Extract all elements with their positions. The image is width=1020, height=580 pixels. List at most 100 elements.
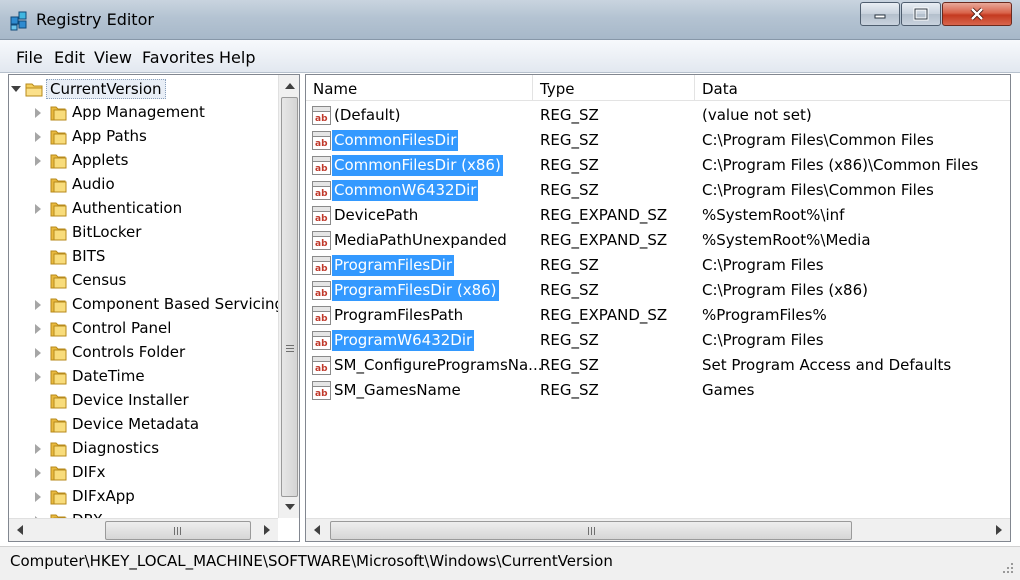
tree-item[interactable]: Device Installer — [9, 389, 277, 413]
tree-horizontal-scrollbar[interactable] — [9, 518, 278, 541]
minimize-button[interactable] — [860, 2, 900, 26]
value-type: REG_SZ — [540, 381, 599, 399]
tree-item[interactable]: Control Panel — [9, 317, 277, 341]
grip-line — [174, 527, 175, 535]
tree-item[interactable]: DateTime — [9, 365, 277, 389]
resize-grip-icon[interactable] — [1002, 562, 1014, 574]
expand-arrow-icon[interactable] — [35, 444, 41, 454]
tree-item-root[interactable]: CurrentVersion — [9, 77, 277, 101]
list-row[interactable]: ab ProgramFilesDir (x86) REG_SZ C:\Program … — [306, 278, 1010, 303]
svg-text:ab: ab — [315, 164, 328, 174]
folder-icon — [50, 322, 67, 337]
registry-tree[interactable]: CurrentVersion App Management App Paths Ap… — [8, 74, 300, 542]
expand-arrow-icon[interactable] — [35, 132, 41, 142]
expand-arrow-icon[interactable] — [35, 348, 41, 358]
folder-icon — [50, 226, 67, 241]
folder-icon — [50, 346, 67, 361]
menu-bar: File Edit View Favorites Help — [0, 40, 1020, 73]
list-row[interactable]: ab ProgramFilesPath REG_EXPAND_SZ %ProgramF… — [306, 303, 1010, 328]
expand-arrow-icon[interactable] — [35, 372, 41, 382]
list-row[interactable]: ab CommonFilesDir REG_SZ C:\Program Files\C… — [306, 128, 1010, 153]
tree-item[interactable]: Diagnostics — [9, 437, 277, 461]
reg-string-value-icon: ab — [312, 156, 331, 175]
list-row[interactable]: ab (Default) REG_SZ (value not set) — [306, 103, 1010, 128]
list-row[interactable]: ab ProgramFilesDir REG_SZ C:\Program Files — [306, 253, 1010, 278]
scroll-left-icon[interactable] — [314, 525, 320, 535]
tree-item[interactable]: Census — [9, 269, 277, 293]
tree-item[interactable]: Applets — [9, 149, 277, 173]
expand-arrow-icon[interactable] — [35, 492, 41, 502]
value-data: Set Program Access and Defaults — [702, 356, 952, 374]
tree-item[interactable]: Device Metadata — [9, 413, 277, 437]
list-row[interactable]: ab CommonFilesDir (x86) REG_SZ C:\Program F… — [306, 153, 1010, 178]
tree-item[interactable]: BitLocker — [9, 221, 277, 245]
folder-icon — [50, 178, 67, 193]
tree-item[interactable]: Audio — [9, 173, 277, 197]
menu-favorites[interactable]: Favorites — [142, 48, 214, 67]
grip-line — [177, 527, 178, 535]
tree-item[interactable]: App Paths — [9, 125, 277, 149]
list-row[interactable]: ab CommonW6432Dir REG_SZ C:\Program Files\C… — [306, 178, 1010, 203]
column-header-type[interactable]: Type — [533, 75, 695, 101]
scroll-right-icon[interactable] — [264, 525, 270, 535]
scroll-up-icon[interactable] — [285, 83, 295, 89]
close-button[interactable] — [942, 2, 1012, 26]
svg-text:ab: ab — [315, 139, 328, 149]
tree-item-label: BITS — [72, 247, 106, 265]
menu-view[interactable]: View — [94, 48, 132, 67]
collapse-arrow-icon[interactable] — [11, 86, 21, 92]
tree-item[interactable]: BITS — [9, 245, 277, 269]
svg-text:ab: ab — [315, 264, 328, 274]
tree-item[interactable]: App Management — [9, 101, 277, 125]
scroll-left-icon[interactable] — [17, 525, 23, 535]
maximize-button[interactable] — [901, 2, 941, 26]
expand-arrow-icon[interactable] — [35, 108, 41, 118]
grip-line — [588, 527, 589, 535]
grip-line — [286, 351, 294, 352]
column-header-name[interactable]: Name — [306, 75, 533, 101]
list-row[interactable]: ab SM_GamesName REG_SZ Games — [306, 378, 1010, 403]
values-list[interactable]: Name Type Data ab (Default) REG_SZ (value n… — [305, 74, 1011, 542]
tree-hscroll-thumb[interactable] — [105, 521, 251, 540]
scroll-down-icon[interactable] — [285, 504, 295, 510]
tree-item[interactable]: Authentication — [9, 197, 277, 221]
maximize-icon — [913, 7, 929, 21]
list-horizontal-scrollbar[interactable] — [306, 518, 1010, 541]
value-data: C:\Program Files — [702, 256, 824, 274]
expand-arrow-icon[interactable] — [35, 468, 41, 478]
scroll-right-icon[interactable] — [996, 525, 1002, 535]
tree-vertical-scrollbar[interactable] — [278, 75, 299, 518]
value-data: %ProgramFiles% — [702, 306, 827, 324]
tree-item[interactable]: Component Based Servicing — [9, 293, 284, 317]
tree-item[interactable]: Controls Folder — [9, 341, 277, 365]
value-type: REG_SZ — [540, 281, 599, 299]
menu-help[interactable]: Help — [219, 48, 255, 67]
svg-text:ab: ab — [315, 239, 328, 249]
reg-string-value-icon: ab — [312, 106, 331, 125]
expand-arrow-icon[interactable] — [35, 156, 41, 166]
value-data: Games — [702, 381, 755, 399]
list-row[interactable]: ab MediaPathUnexpanded REG_EXPAND_SZ %Syste… — [306, 228, 1010, 253]
window-title: Registry Editor — [36, 10, 154, 29]
value-data: C:\Program Files\Common Files — [702, 181, 934, 199]
folder-icon — [50, 106, 67, 121]
svg-text:ab: ab — [315, 114, 328, 124]
value-name: MediaPathUnexpanded — [334, 231, 507, 249]
tree-item-label: DateTime — [72, 367, 145, 385]
menu-edit[interactable]: Edit — [54, 48, 85, 67]
menu-file[interactable]: File — [16, 48, 43, 67]
tree-item[interactable]: DIFx — [9, 461, 277, 485]
column-header-data[interactable]: Data — [695, 75, 1010, 101]
expand-arrow-icon[interactable] — [35, 204, 41, 214]
list-row[interactable]: ab DevicePath REG_EXPAND_SZ %SystemRoot%\in… — [306, 203, 1010, 228]
list-hscroll-thumb[interactable] — [330, 521, 852, 540]
tree-item[interactable]: DIFxApp — [9, 485, 277, 509]
title-bar[interactable]: Registry Editor — [0, 0, 1020, 40]
list-row[interactable]: ab ProgramW6432Dir REG_SZ C:\Program Files — [306, 328, 1010, 353]
list-header: Name Type Data — [306, 75, 1010, 101]
expand-arrow-icon[interactable] — [35, 324, 41, 334]
tree-scroll-thumb[interactable] — [281, 97, 298, 497]
close-icon — [970, 7, 984, 21]
list-row[interactable]: ab SM_ConfigureProgramsNa... REG_SZ Set Pro… — [306, 353, 1010, 378]
expand-arrow-icon[interactable] — [35, 300, 41, 310]
